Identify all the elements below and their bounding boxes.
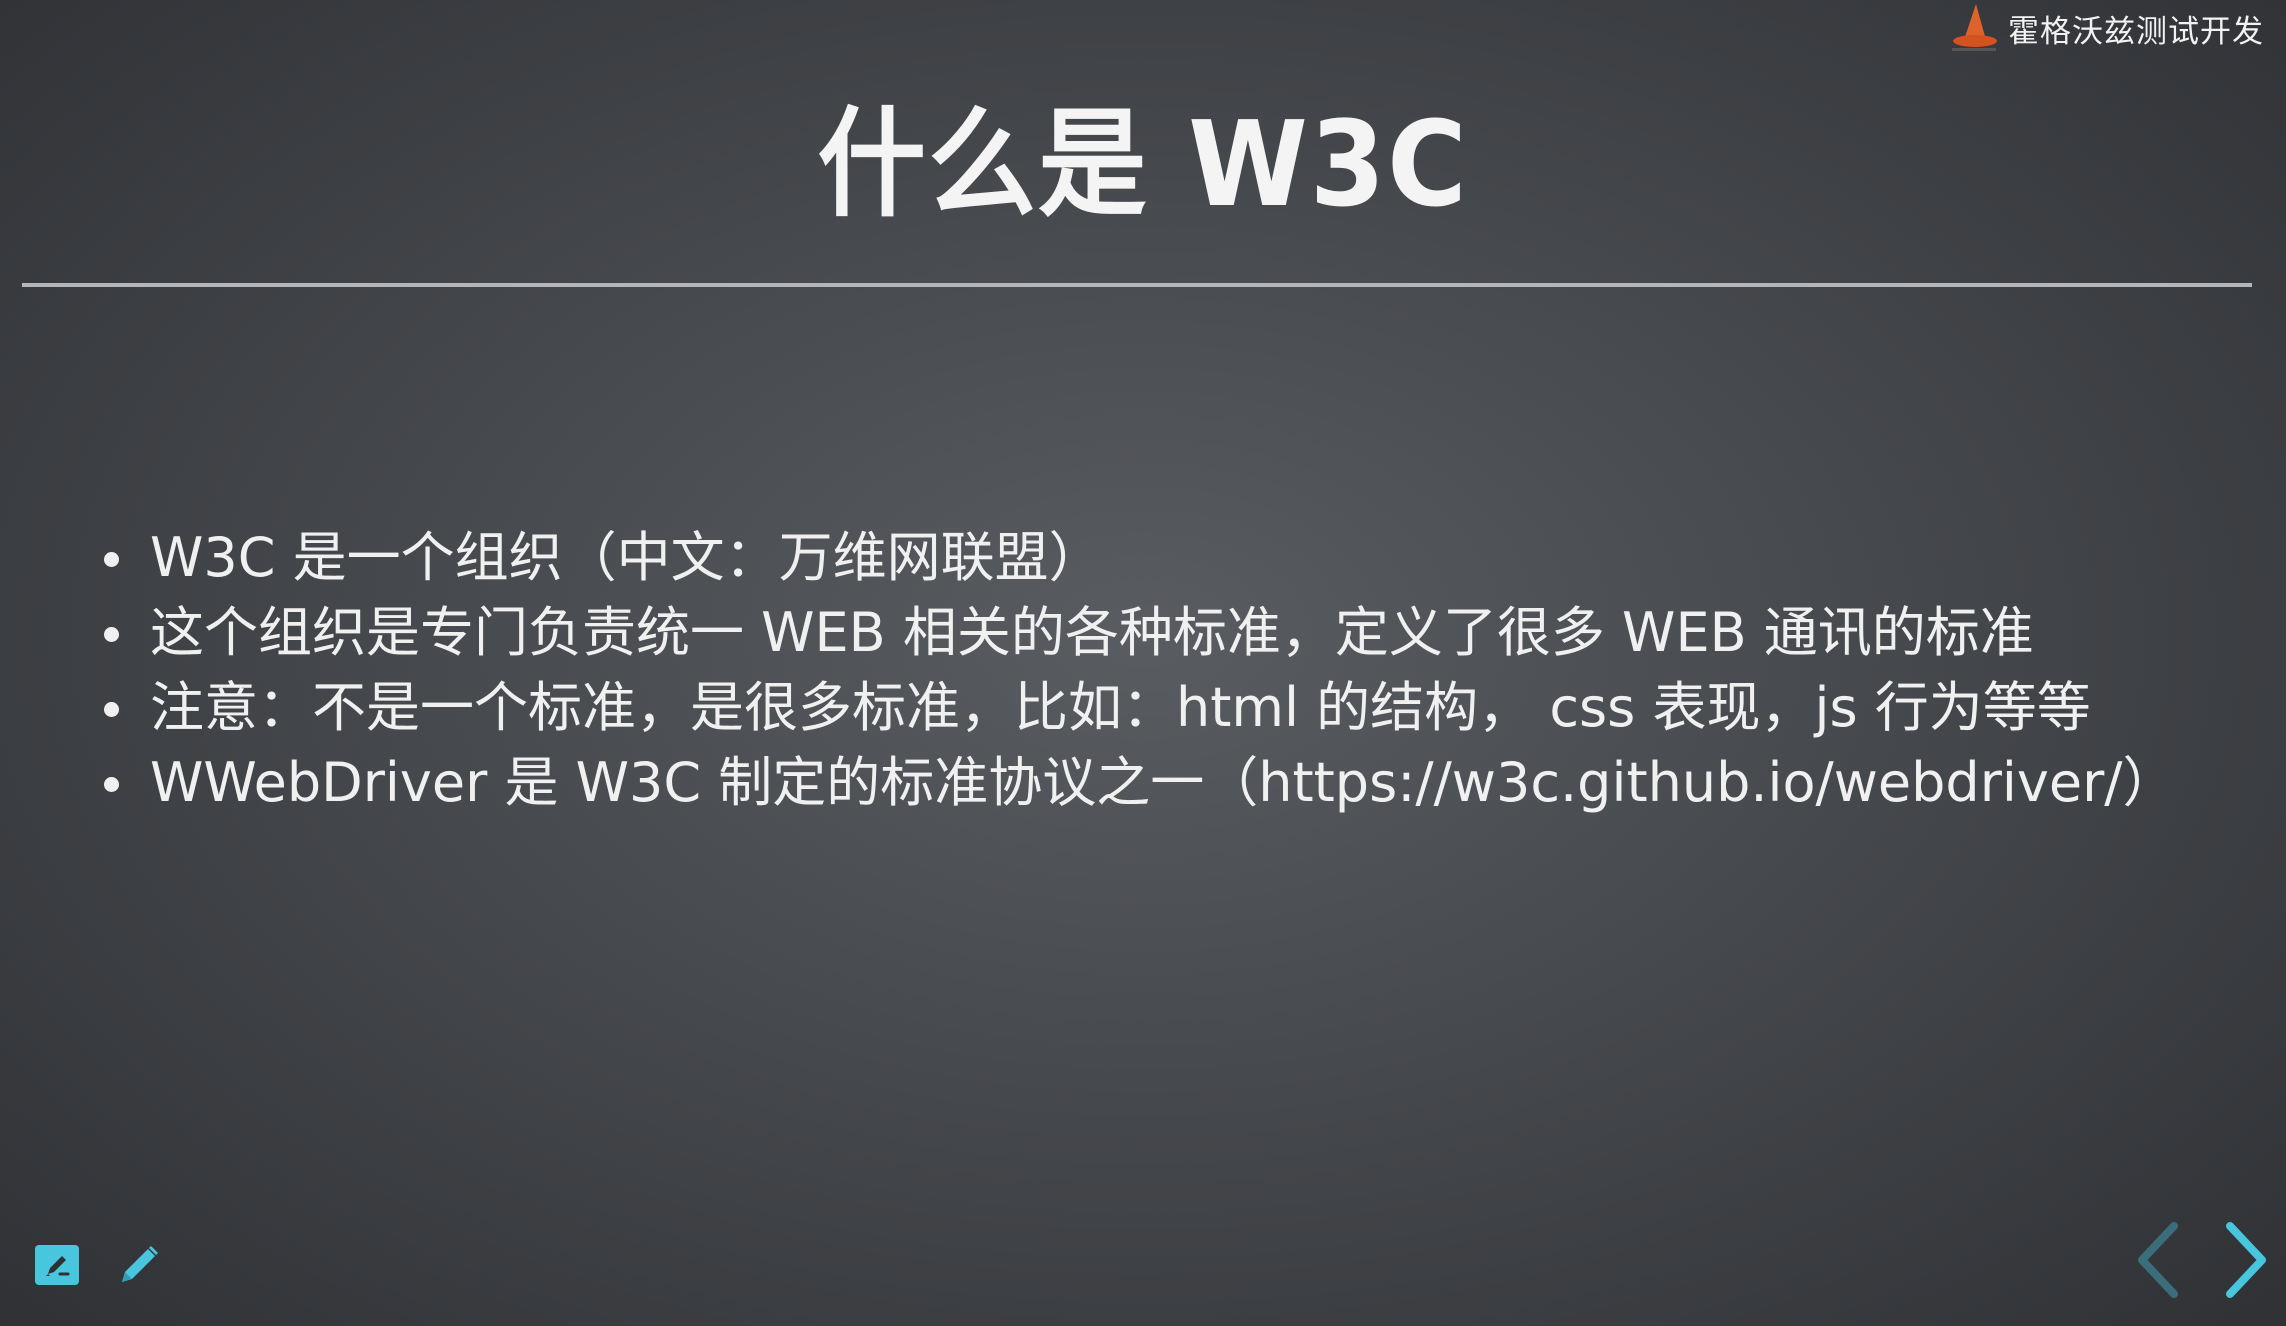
wizard-hat-icon [1946,0,2002,56]
next-slide-button[interactable] [2216,1220,2276,1300]
bullet-list: W3C 是一个组织（中文：万维网联盟） 这个组织是专门负责统一 WEB 相关的各… [100,520,2220,820]
chevron-right-icon [2226,1222,2266,1298]
pencil-icon [122,1246,158,1282]
list-item: 这个组织是专门负责统一 WEB 相关的各种标准，定义了很多 WEB 通讯的标准 [100,595,2220,670]
slide: 霍格沃兹测试开发 什么是 W3C W3C 是一个组织（中文：万维网联盟） 这个组… [0,0,2286,1326]
pen-button[interactable] [114,1240,164,1290]
slide-title: 什么是 W3C [817,95,1469,233]
previous-slide-button[interactable] [2128,1220,2188,1300]
whiteboard-button[interactable] [32,1240,82,1290]
whiteboard-icon [35,1245,79,1285]
list-item: 注意：不是一个标准，是很多标准，比如：html 的结构， css 表现，js 行… [100,670,2220,745]
list-item: WWebDriver 是 W3C 制定的标准协议之一（https://w3c.g… [100,745,2220,820]
title-divider [22,283,2252,287]
list-item: W3C 是一个组织（中文：万维网联盟） [100,520,2220,595]
brand-name: 霍格沃兹测试开发 [2008,13,2264,50]
brand-watermark: 霍格沃兹测试开发 [1946,0,2264,56]
chevron-left-icon [2138,1222,2178,1298]
